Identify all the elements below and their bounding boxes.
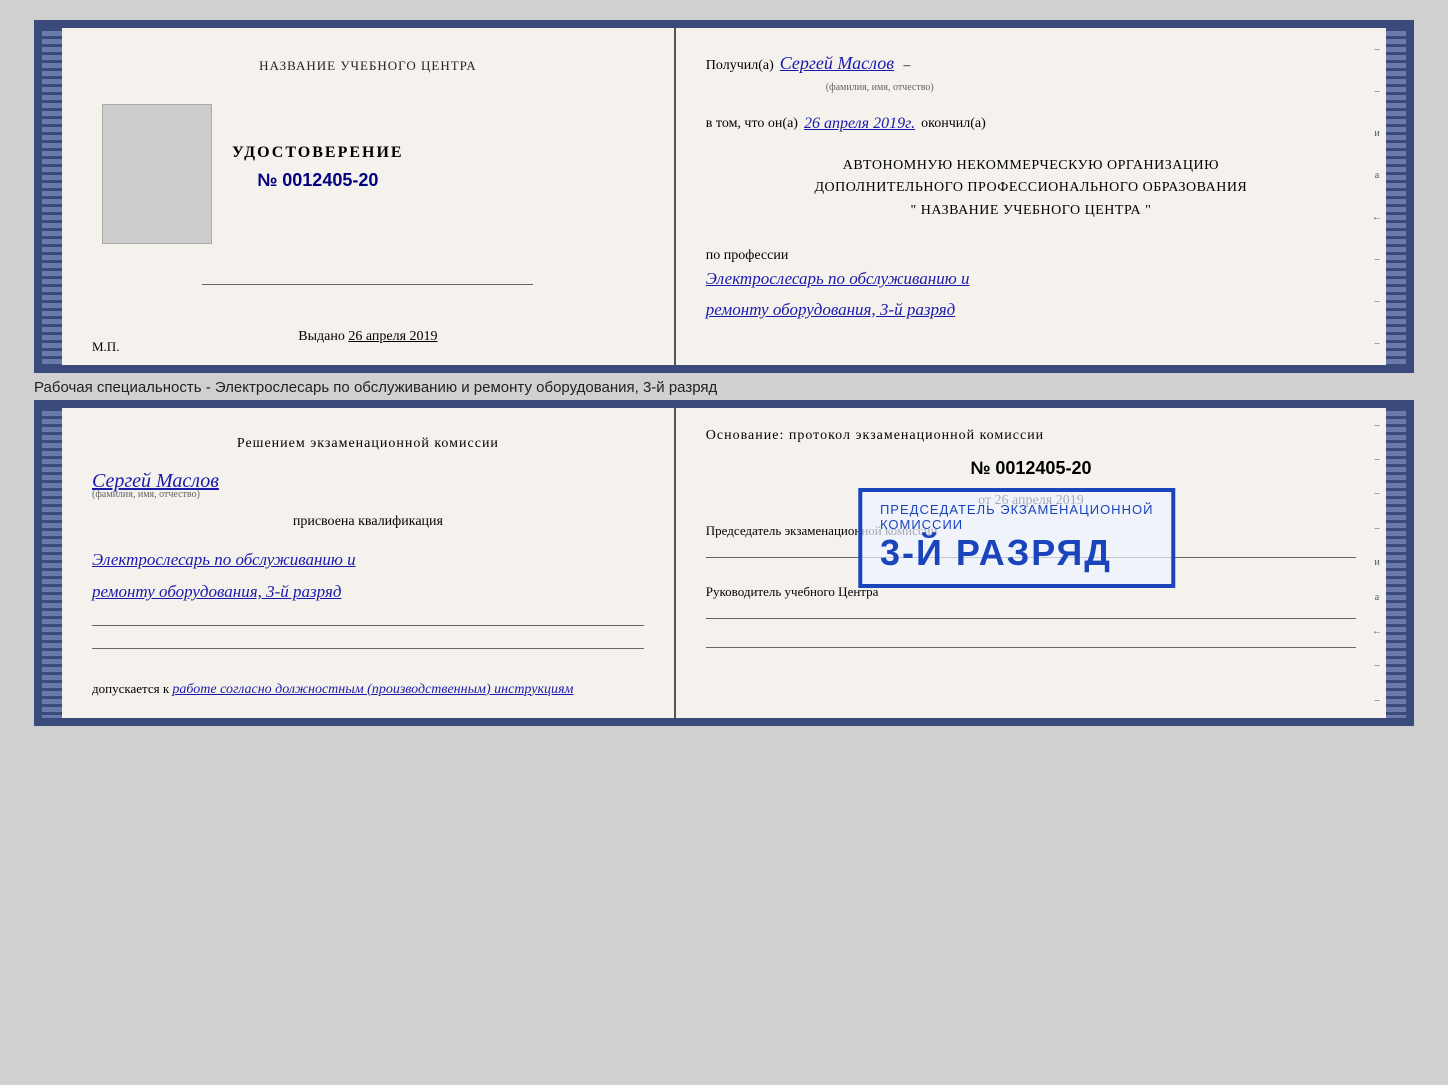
side-marks-top: – – и а ← – – – bbox=[1368, 28, 1386, 365]
photo-placeholder bbox=[102, 104, 212, 244]
resheniem-title: Решением экзаменационной комиссии bbox=[92, 433, 644, 454]
doc-top-left: НАЗВАНИЕ УЧЕБНОГО ЦЕНТРА УДОСТОВЕРЕНИЕ №… bbox=[62, 28, 676, 365]
po-professii-block: по профессии Электрослесарь по обслужива… bbox=[706, 248, 1356, 325]
stamp-main-text: 3-й разряд bbox=[880, 532, 1112, 573]
po-professii-label: по профессии bbox=[706, 248, 789, 263]
poluchil-prefix: Получил(а) bbox=[706, 58, 774, 74]
stamp: Председатель экзаменационнойкомиссии 3-й… bbox=[858, 488, 1175, 588]
doc-bottom-left: Решением экзаменационной комиссии Сергей… bbox=[62, 408, 676, 718]
dopusk-text: работе согласно должностным (производств… bbox=[172, 682, 573, 697]
poluchil-line: Получил(а) Сергей Маслов – bbox=[706, 53, 1356, 74]
side-marks-bottom: – – – – и а ← – – bbox=[1368, 408, 1386, 718]
left-binding-top bbox=[42, 28, 62, 365]
org-line2: ДОПОЛНИТЕЛЬНОГО ПРОФЕССИОНАЛЬНОГО ОБРАЗО… bbox=[706, 177, 1356, 199]
profession-block-bottom: Электрослесарь по обслуживанию и ремонту… bbox=[92, 544, 644, 609]
dash1: – bbox=[900, 58, 911, 74]
recipient-name-top: Сергей Маслов bbox=[780, 53, 894, 74]
left-binding-bottom bbox=[42, 408, 62, 718]
udost-label: УДОСТОВЕРЕНИЕ bbox=[232, 144, 404, 162]
completion-date: 26 апреля 2019г. bbox=[804, 115, 915, 133]
doc-bottom-right: Основание: протокол экзаменационной коми… bbox=[676, 408, 1386, 718]
org-block: АВТОНОМНУЮ НЕКОММЕРЧЕСКУЮ ОРГАНИЗАЦИЮ ДО… bbox=[706, 155, 1356, 222]
between-docs-label: Рабочая специальность - Электрослесарь п… bbox=[34, 373, 717, 400]
name-block-bottom: Сергей Маслов (фамилия, имя, отчество) bbox=[92, 470, 644, 500]
dopuskaetsya-prefix: допускается к bbox=[92, 681, 169, 696]
profession-line1-top: Электрослесарь по обслуживанию и bbox=[706, 264, 1356, 295]
org-line1: АВТОНОМНУЮ НЕКОММЕРЧЕСКУЮ ОРГАНИЗАЦИЮ bbox=[706, 155, 1356, 177]
fio-label-bottom: (фамилия, имя, отчество) bbox=[92, 489, 644, 500]
document-top: НАЗВАНИЕ УЧЕБНОГО ЦЕНТРА УДОСТОВЕРЕНИЕ №… bbox=[34, 20, 1414, 373]
right-binding-bottom bbox=[1386, 408, 1406, 718]
fio-label-top: (фамилия, имя, отчество) bbox=[826, 82, 1356, 93]
stamp-small-label: Председатель экзаменационнойкомиссии bbox=[880, 502, 1153, 532]
org-line3: " НАЗВАНИЕ УЧЕБНОГО ЦЕНТРА " bbox=[706, 200, 1356, 222]
doc-top-right: Получил(а) Сергей Маслов – (фамилия, имя… bbox=[676, 28, 1386, 365]
center-title-top: НАЗВАНИЕ УЧЕБНОГО ЦЕНТРА bbox=[259, 58, 476, 74]
profession-line2-top: ремонту оборудования, 3-й разряд bbox=[706, 295, 1356, 326]
vtom-prefix: в том, что он(а) bbox=[706, 116, 798, 132]
protocol-number: № 0012405-20 bbox=[706, 458, 1356, 479]
osnovanie-title: Основание: протокол экзаменационной коми… bbox=[706, 428, 1356, 444]
prisvoena-label: присвоена квалификация bbox=[92, 514, 644, 530]
dopuskaetsya-block: допускается к работе согласно должностны… bbox=[92, 681, 644, 698]
vydano-label: Выдано bbox=[298, 329, 345, 344]
right-binding-top bbox=[1386, 28, 1406, 365]
document-bottom: Решением экзаменационной комиссии Сергей… bbox=[34, 400, 1414, 726]
udost-number: № 0012405-20 bbox=[257, 170, 378, 191]
profession-line2-bottom: ремонту оборудования, 3-й разряд bbox=[92, 576, 644, 608]
mp-label: М.П. bbox=[92, 339, 119, 355]
okончил-suffix: окончил(а) bbox=[921, 116, 986, 132]
vydano-line: Выдано 26 апреля 2019 bbox=[298, 329, 437, 345]
vydano-date: 26 апреля 2019 bbox=[348, 329, 437, 344]
vtom-line: в том, что он(а) 26 апреля 2019г. окончи… bbox=[706, 115, 1356, 133]
profession-line1-bottom: Электрослесарь по обслуживанию и bbox=[92, 544, 644, 576]
